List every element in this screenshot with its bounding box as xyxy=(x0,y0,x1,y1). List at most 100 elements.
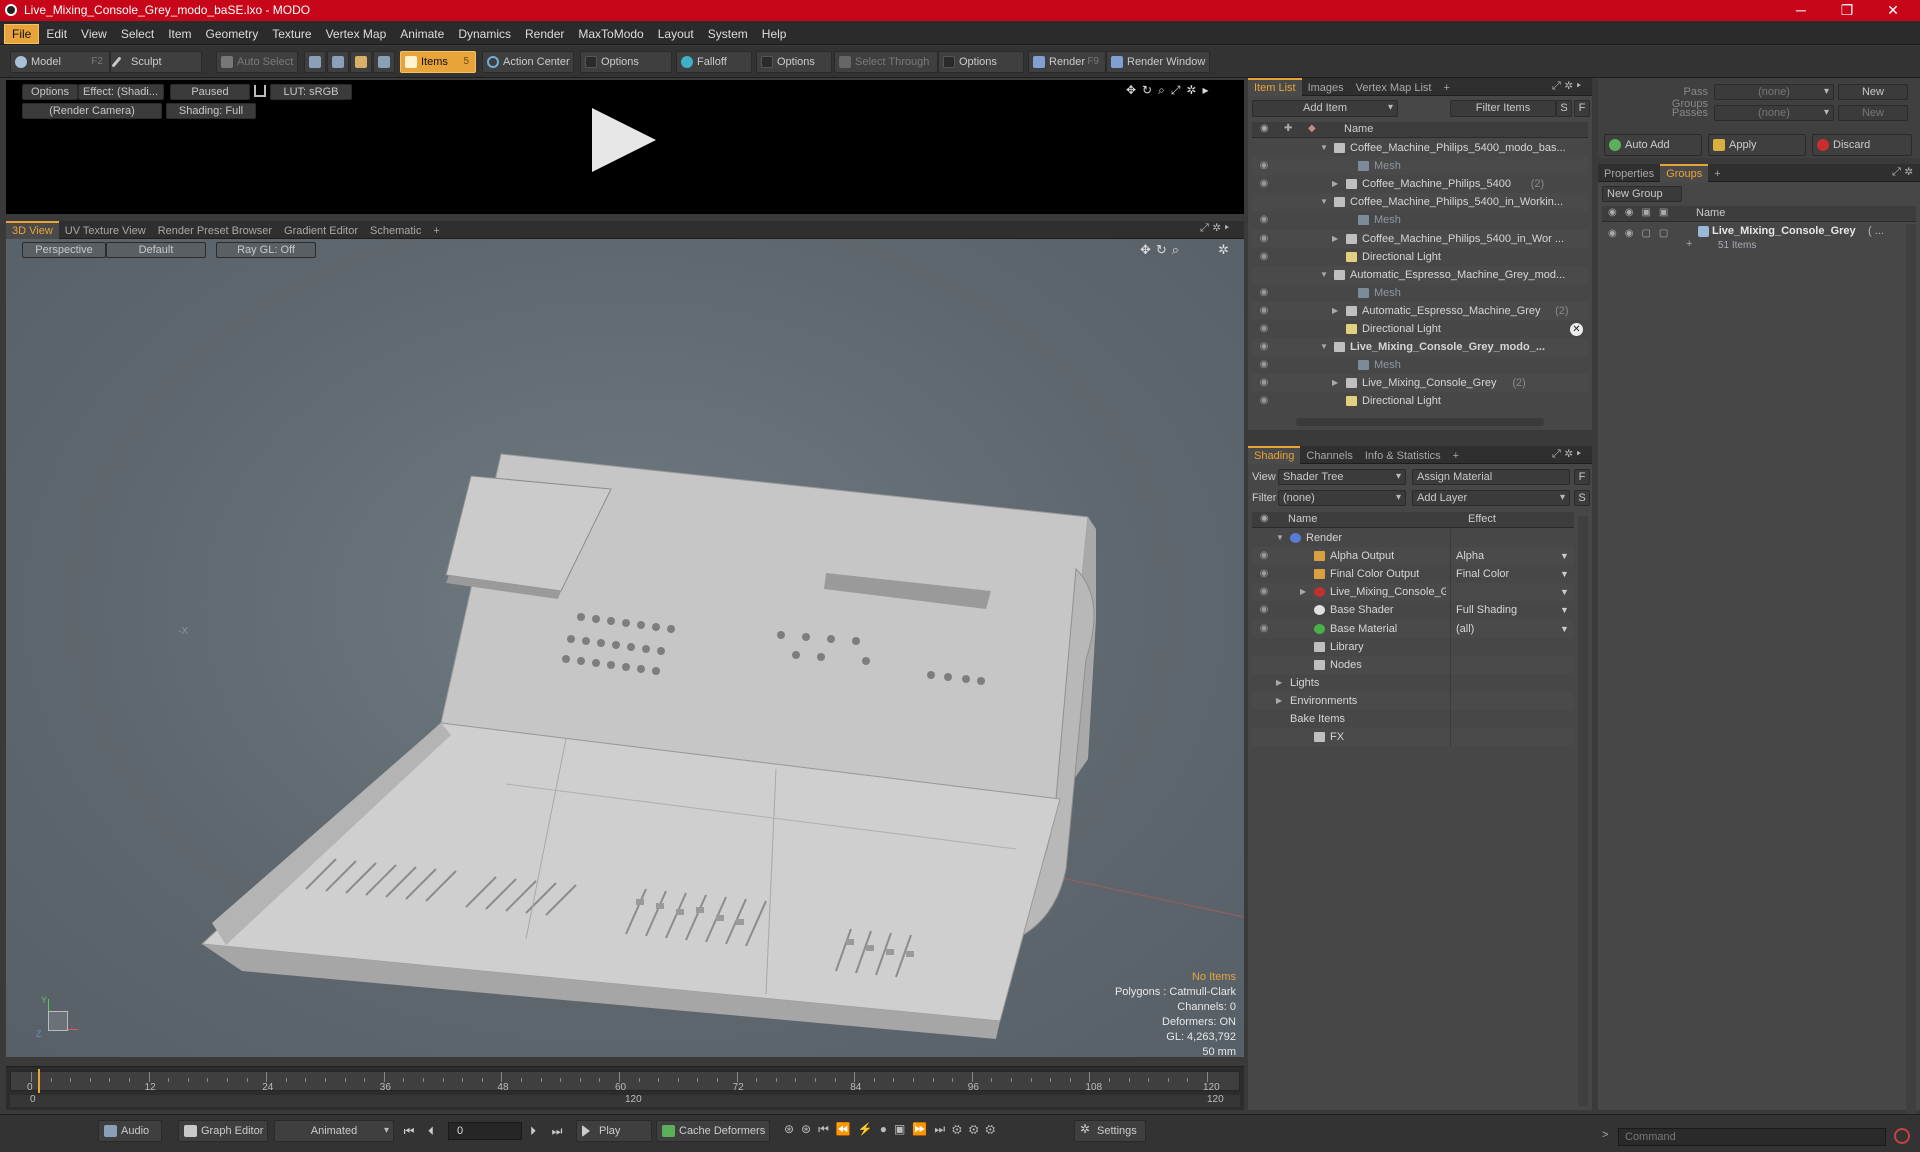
go-to-start-icon[interactable]: ⏮ xyxy=(400,1122,418,1140)
shading-tab-info-statistics[interactable]: Info & Statistics xyxy=(1359,447,1447,465)
action-center-options-button[interactable]: Options xyxy=(580,51,672,73)
expand-arrow-icon[interactable]: ▶ xyxy=(1332,302,1338,320)
sculpt-mode-button[interactable]: Sculpt xyxy=(110,51,202,73)
shader-visibility-eye-icon[interactable] xyxy=(1257,712,1271,726)
group-expand-icon[interactable]: + xyxy=(1686,238,1692,250)
shader-tree-row[interactable]: ▶ Environments xyxy=(1252,691,1574,710)
viewport-expand-icons[interactable]: ⤢✲▸ xyxy=(1200,222,1233,235)
shader-visibility-eye-icon[interactable] xyxy=(1257,730,1271,744)
menu-render[interactable]: Render xyxy=(518,22,571,46)
item-list-tab-vertex-map-list[interactable]: Vertex Map List xyxy=(1350,79,1438,97)
timeline[interactable]: 0 12 24 36 48 60 72 84 96 108 120 0 120 120 xyxy=(6,1066,1244,1110)
groups-tab-properties[interactable]: Properties xyxy=(1598,165,1660,183)
menu-dynamics[interactable]: Dynamics xyxy=(451,22,518,46)
vertices-mode-button[interactable] xyxy=(304,51,326,73)
shader-visibility-eye-icon[interactable]: ◉ xyxy=(1257,567,1271,581)
render-window-button[interactable]: Render Window xyxy=(1106,51,1210,73)
falloff-button[interactable]: Falloff xyxy=(676,51,752,73)
select-through-button[interactable]: Select Through xyxy=(834,51,938,73)
visibility-eye-icon[interactable]: ◉ xyxy=(1257,159,1271,173)
menu-layout[interactable]: Layout xyxy=(651,22,701,46)
shader-tree-row[interactable]: ▶ Lights xyxy=(1252,673,1574,692)
expand-arrow-icon[interactable]: ▶ xyxy=(1332,175,1338,193)
audio-button[interactable]: Audio xyxy=(98,1120,162,1142)
render-preview-panel[interactable]: Options Effect: (Shadi... Paused LUT: sR… xyxy=(6,80,1244,214)
effect-dropdown-arrow-icon[interactable]: ▼ xyxy=(1560,547,1569,565)
visibility-eye-icon[interactable] xyxy=(1257,195,1271,209)
shader-visibility-eye-icon[interactable]: ◉ xyxy=(1257,549,1271,563)
shader-visibility-eye-icon[interactable]: ◉ xyxy=(1257,603,1271,617)
expand-arrow-icon[interactable]: ▶ xyxy=(1276,674,1282,692)
shading-tab-add[interactable]: + xyxy=(1447,447,1465,465)
shader-tree-row[interactable]: ◉ ▶ Live_Mixing_Console_Grey ... ▼ xyxy=(1252,583,1574,602)
shader-visibility-eye-icon[interactable] xyxy=(1257,694,1271,708)
step-forward-icon[interactable]: ⏵ xyxy=(524,1122,542,1140)
current-frame-input[interactable]: 0 xyxy=(448,1122,522,1140)
item-list-row[interactable]: ▼ Coffee_Machine_Philips_5400_in_Workin..… xyxy=(1252,193,1588,212)
visibility-eye-icon[interactable]: ◉ xyxy=(1257,376,1271,390)
graph-editor-button[interactable]: Graph Editor xyxy=(178,1120,268,1142)
lock-icon[interactable] xyxy=(254,85,266,97)
animated-dropdown[interactable]: Animated xyxy=(274,1120,394,1142)
action-center-button[interactable]: Action Center xyxy=(482,51,574,73)
visibility-eye-icon[interactable]: ◉ xyxy=(1257,213,1271,227)
viewport-tab-add[interactable]: + xyxy=(427,222,445,240)
viewport-tab-3d-view[interactable]: 3D View xyxy=(6,221,59,239)
item-list-row[interactable]: ◉ ▶ Live_Mixing_Console_Grey (2) xyxy=(1252,374,1588,393)
item-list-row[interactable]: ◉ Mesh xyxy=(1252,211,1588,230)
collapse-arrow-icon[interactable]: ▼ xyxy=(1320,193,1328,211)
item-list-row[interactable]: ◉ Directional Light xyxy=(1252,320,1588,338)
menu-edit[interactable]: Edit xyxy=(39,22,74,46)
command-input[interactable]: Command xyxy=(1618,1128,1886,1146)
group-row-toggle-icons[interactable]: ◉◉▢▢ xyxy=(1608,228,1676,239)
visibility-eye-icon[interactable]: ◉ xyxy=(1257,394,1271,408)
item-list-row[interactable]: ▼ Coffee_Machine_Philips_5400_modo_bas... xyxy=(1252,139,1588,157)
go-to-end-icon[interactable]: ⏭ xyxy=(548,1122,566,1140)
visibility-eye-icon[interactable]: ◉ xyxy=(1257,232,1271,246)
effect-dropdown-arrow-icon[interactable]: ▼ xyxy=(1560,565,1569,583)
play-button[interactable]: Play xyxy=(576,1120,652,1142)
filter-f-toggle[interactable]: F xyxy=(1574,100,1590,117)
discard-button[interactable]: Discard xyxy=(1812,134,1912,156)
effect-dropdown[interactable]: (all) xyxy=(1456,620,1474,638)
shader-tree-row[interactable]: ◉ Base Material (all) ▼ xyxy=(1252,619,1574,638)
auto-select-button[interactable]: Auto Select xyxy=(216,51,298,73)
group-row[interactable]: ◉◉▢▢ + Live_Mixing_Console_Grey ( ... 51… xyxy=(1602,224,1916,258)
effect-dropdown-arrow-icon[interactable]: ▼ xyxy=(1560,583,1569,601)
item-list-tree[interactable]: ▼ Coffee_Machine_Philips_5400_modo_bas...… xyxy=(1252,139,1588,411)
timeline-ruler[interactable]: 0 12 24 36 48 60 72 84 96 108 120 xyxy=(10,1071,1240,1093)
visibility-eye-icon[interactable]: ◉ xyxy=(1257,358,1271,372)
preview-nav-icons[interactable]: ✥↻⌕⤢✲▸ xyxy=(1126,83,1238,97)
menu-select[interactable]: Select xyxy=(114,22,161,46)
groups-panel-icons[interactable]: ⤢✲ xyxy=(1892,166,1917,179)
menu-animate[interactable]: Animate xyxy=(393,22,451,46)
visibility-eye-icon[interactable]: ◉ xyxy=(1257,340,1271,354)
menu-view[interactable]: View xyxy=(74,22,114,46)
visibility-eye-icon[interactable]: ◉ xyxy=(1257,250,1271,264)
item-list-tab-images[interactable]: Images xyxy=(1302,79,1350,97)
effect-dropdown-arrow-icon[interactable]: ▼ xyxy=(1560,620,1569,638)
collapse-arrow-icon[interactable]: ▼ xyxy=(1320,266,1328,284)
collapse-arrow-icon[interactable]: ▼ xyxy=(1320,139,1328,157)
auto-add-button[interactable]: Auto Add xyxy=(1604,134,1702,156)
menu-system[interactable]: System xyxy=(701,22,755,46)
preview-paused-button[interactable]: Paused xyxy=(170,84,250,100)
effect-dropdown[interactable]: Final Color xyxy=(1456,565,1509,583)
groups-v-scrollbar[interactable] xyxy=(1906,224,1916,1114)
expand-arrow-icon[interactable]: ▶ xyxy=(1332,230,1338,248)
menu-file[interactable]: File xyxy=(4,24,40,44)
shader-visibility-eye-icon[interactable]: ◉ xyxy=(1257,622,1271,636)
item-list-row[interactable]: ◉ Directional Light xyxy=(1252,247,1588,266)
new-group-button[interactable]: New Group xyxy=(1602,186,1682,202)
shader-tree-row[interactable]: Library xyxy=(1252,637,1574,656)
expand-arrow-icon[interactable]: ▶ xyxy=(1300,583,1306,601)
play-icon[interactable] xyxy=(592,108,656,172)
step-back-icon[interactable]: ⏴ xyxy=(422,1122,440,1140)
falloff-options-button[interactable]: Options xyxy=(756,51,832,73)
shader-tree-row[interactable]: Bake Items xyxy=(1252,710,1574,728)
passes-dropdown[interactable]: (none) xyxy=(1714,105,1834,121)
preview-options-button[interactable]: Options xyxy=(22,84,78,100)
minimize-button[interactable]: ─ xyxy=(1778,0,1824,21)
item-list-row[interactable]: ◉ Directional Light xyxy=(1252,392,1588,411)
close-button[interactable]: ✕ xyxy=(1870,0,1916,21)
